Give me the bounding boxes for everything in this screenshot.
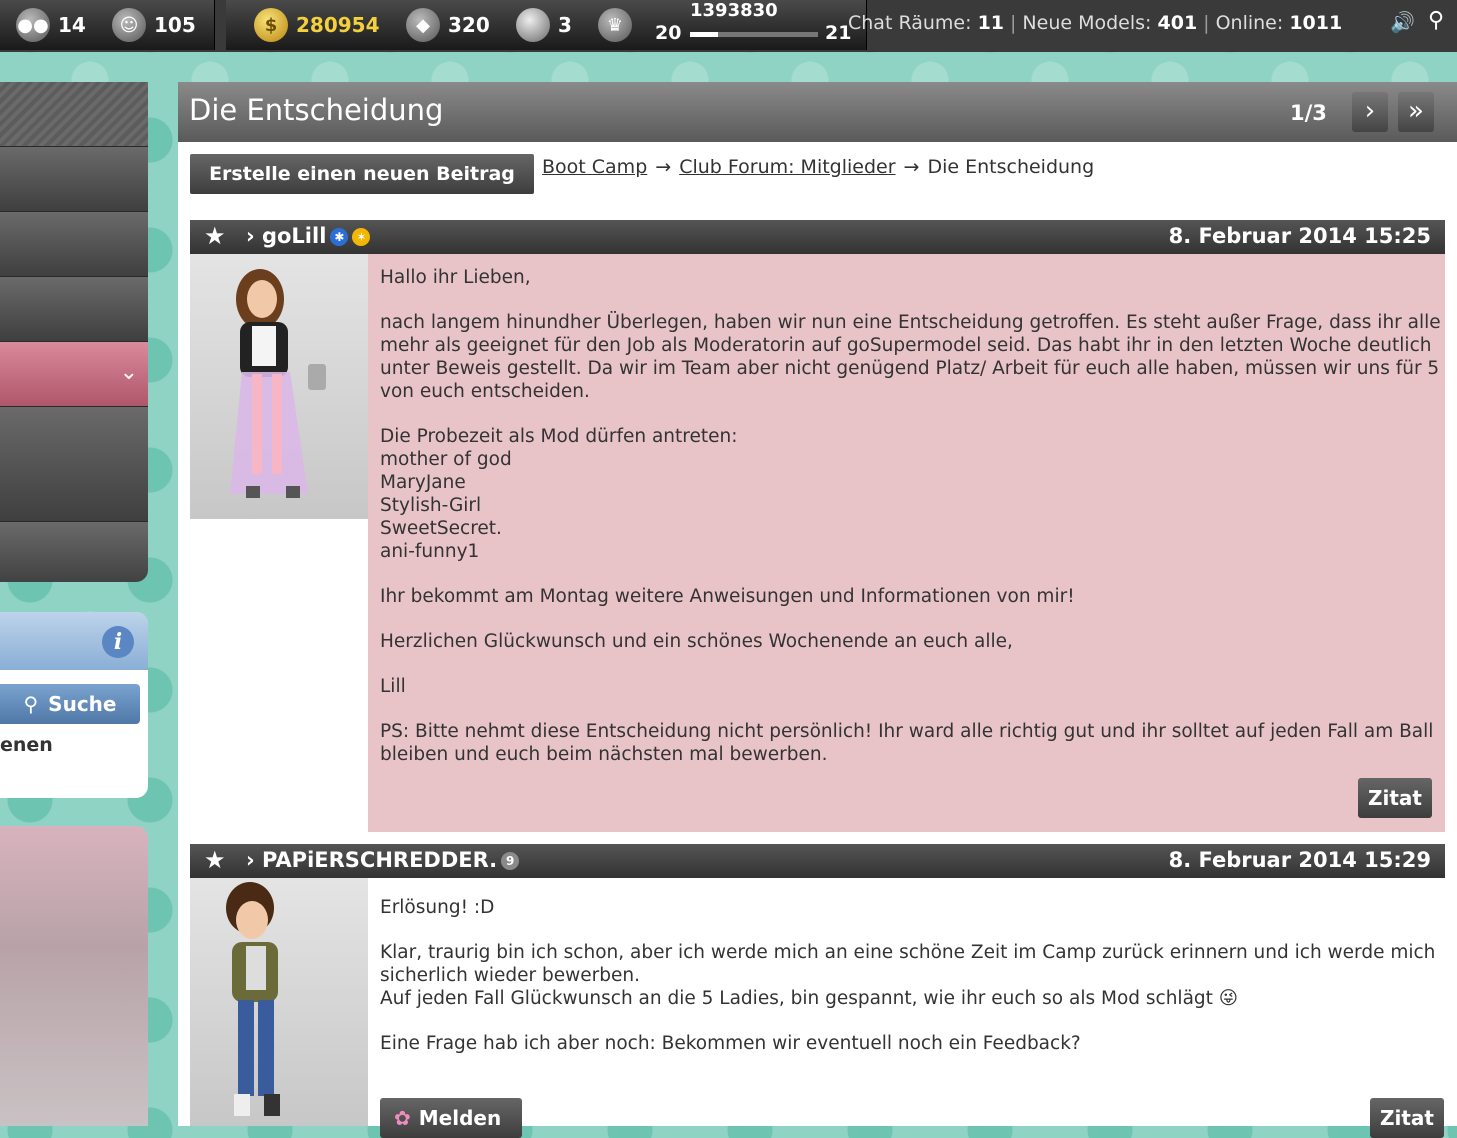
- sidebar-item-4[interactable]: [0, 277, 148, 342]
- post-author-name[interactable]: goLill: [262, 224, 326, 248]
- next-page-button[interactable]: ›: [1352, 92, 1388, 132]
- smiley-count: 105: [154, 13, 196, 37]
- coins-counter[interactable]: $ 280954: [254, 8, 380, 42]
- breadcrumb: Boot Camp → Club Forum: Mitglieder → Die Ent…: [542, 156, 1094, 178]
- post-paragraph: Erlösung! :D: [380, 897, 495, 918]
- info-icon[interactable]: i: [102, 626, 134, 658]
- crown-button[interactable]: ♛: [598, 8, 640, 42]
- page-title: Die Entscheidung: [189, 93, 444, 127]
- xp-progress-bar: [690, 32, 818, 37]
- post-author-name[interactable]: PAPiERSCHREDDER.: [262, 848, 497, 872]
- search-icon[interactable]: ⚲: [1428, 8, 1454, 38]
- friends-count: 14: [58, 13, 86, 37]
- breadcrumb-arrow: →: [903, 156, 920, 178]
- coin-icon: $: [254, 8, 288, 42]
- sidebar-item-3[interactable]: [0, 212, 148, 277]
- friends-icon: ●●: [16, 8, 50, 42]
- post-paragraph: Hallo ihr Lieben,: [380, 267, 531, 288]
- breadcrumb-club-forum[interactable]: Club Forum: Mitglieder: [679, 156, 895, 178]
- diamond-icon: ◆: [406, 8, 440, 42]
- info-box: i ⚲ Suche enen: [0, 612, 148, 798]
- pearls-count: 3: [558, 13, 572, 37]
- forum-post: ★ › goLill ✱ ✶ 8. Februar 2014 15:25 Hallo…: [190, 220, 1445, 832]
- sound-icon[interactable]: 🔊: [1390, 10, 1418, 38]
- sidebar-item-6[interactable]: [0, 407, 148, 522]
- pearls-counter[interactable]: 3: [516, 8, 572, 42]
- forum-thread-panel: Die Entscheidung 1/3 › » Erstelle einen …: [178, 82, 1457, 1138]
- level-current: 20: [655, 22, 682, 44]
- sidebar-item-1[interactable]: [0, 82, 148, 147]
- post-header: ★ › PAPiERSCHREDDER. 9 8. Februar 2014 15…: [190, 844, 1445, 878]
- breadcrumb-current: Die Entscheidung: [927, 156, 1095, 178]
- sidebar-item-2[interactable]: [0, 147, 148, 212]
- moderator-badge-icon: ✱: [330, 228, 349, 246]
- top-bar: ●● 14 ☺ 105 $ 280954 ◆ 320 3 ♛ 1393830 2…: [0, 0, 1457, 52]
- last-page-button[interactable]: »: [1398, 92, 1434, 132]
- sidebar-item-active[interactable]: ⌄: [0, 342, 148, 407]
- info-text: enen: [0, 734, 53, 756]
- avatar[interactable]: [190, 254, 368, 519]
- chat-rooms-label: Chat Räume:: [848, 12, 972, 34]
- post-paragraph: PS: Bitte nehmt diese Entscheidung nicht…: [380, 721, 1434, 765]
- crown-icon: ♛: [598, 8, 632, 42]
- avatar-figure: [226, 882, 280, 1116]
- star-icon[interactable]: ★: [204, 222, 226, 250]
- post-content: Hallo ihr Lieben, nach langem hinundher …: [368, 254, 1445, 832]
- post-paragraph: nach langem hinundher Überlegen, haben w…: [380, 312, 1441, 402]
- vip-badge-icon: ✶: [352, 228, 371, 246]
- post-paragraph: Herzlichen Glückwunsch und ein schönes W…: [380, 631, 1013, 652]
- chevron-down-icon: ⌄: [119, 360, 138, 385]
- avatar-figure: [230, 269, 326, 498]
- level-badge-icon: 9: [501, 852, 520, 870]
- decorative-banner: [0, 826, 148, 1126]
- search-button-label: Suche: [48, 692, 117, 716]
- thread-header: Die Entscheidung 1/3 › »: [178, 82, 1457, 142]
- report-button[interactable]: ✿ Melden: [380, 1098, 522, 1138]
- new-models-label: Neue Models:: [1022, 12, 1152, 34]
- breadcrumb-arrow: →: [655, 156, 672, 178]
- social-group: ●● 14 ☺ 105: [0, 0, 215, 50]
- report-button-label: Melden: [418, 1106, 502, 1130]
- diamonds-count: 320: [448, 13, 490, 37]
- xp-total: 1393830: [690, 0, 778, 21]
- post-paragraph: Ihr bekommt am Montag weitere Anweisunge…: [380, 586, 1075, 607]
- chat-rooms-value: 11: [977, 12, 1005, 34]
- post-author[interactable]: › goLill ✱ ✶: [246, 224, 371, 248]
- diamonds-counter[interactable]: ◆ 320: [406, 8, 490, 42]
- coins-count: 280954: [296, 13, 380, 37]
- post-date: 8. Februar 2014 15:25: [1168, 224, 1431, 248]
- info-header: i: [0, 612, 148, 670]
- post-paragraph: Lill: [380, 676, 406, 697]
- star-icon[interactable]: ★: [204, 846, 226, 874]
- online-label: Online:: [1215, 12, 1284, 34]
- flower-icon: ✿: [394, 1106, 411, 1130]
- search-icon: ⚲: [23, 692, 39, 716]
- new-post-button[interactable]: Erstelle einen neuen Beitrag: [190, 154, 534, 194]
- xp-progress-fill: [690, 32, 719, 37]
- site-stats: Chat Räume: 11 | Neue Models: 401 | Online: …: [848, 12, 1343, 34]
- sidebar-menu: ⌄: [0, 82, 148, 582]
- search-button[interactable]: ⚲ Suche: [0, 684, 140, 724]
- quote-button[interactable]: Zitat: [1358, 778, 1432, 818]
- quote-button[interactable]: Zitat: [1370, 1098, 1444, 1138]
- post-author[interactable]: › PAPiERSCHREDDER. 9: [246, 848, 520, 872]
- friends-counter[interactable]: ●● 14: [16, 8, 86, 42]
- page-indicator: 1/3: [1290, 101, 1327, 125]
- breadcrumb-boot-camp[interactable]: Boot Camp: [542, 156, 647, 178]
- post-paragraph: Eine Frage hab ich aber noch: Bekommen w…: [380, 1033, 1081, 1054]
- post-paragraph: Klar, traurig bin ich schon, aber ich we…: [380, 942, 1436, 1009]
- smiley-icon: ☺: [112, 8, 146, 42]
- avatar[interactable]: [190, 878, 368, 1126]
- post-header: ★ › goLill ✱ ✶ 8. Februar 2014 15:25: [190, 220, 1445, 254]
- post-paragraph: Die Probezeit als Mod dürfen antreten: m…: [380, 426, 738, 562]
- online-value: 1011: [1289, 12, 1343, 34]
- sidebar-item-7[interactable]: [0, 522, 148, 582]
- forum-post: ★ › PAPiERSCHREDDER. 9 8. Februar 2014 15…: [190, 844, 1445, 1138]
- new-models-value: 401: [1157, 12, 1198, 34]
- post-date: 8. Februar 2014 15:29: [1168, 848, 1431, 872]
- post-content: Erlösung! :D Klar, traurig bin ich schon…: [368, 878, 1445, 1138]
- smiley-counter[interactable]: ☺ 105: [112, 8, 196, 42]
- pearl-icon: [516, 8, 550, 42]
